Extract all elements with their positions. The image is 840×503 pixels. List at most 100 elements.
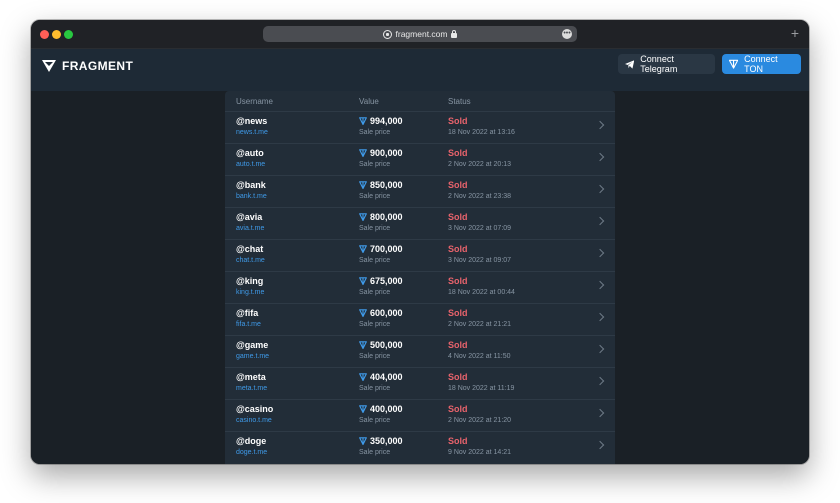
telegram-icon: [625, 59, 635, 69]
minimize-window-button[interactable]: [52, 30, 61, 39]
value: 400,000: [359, 404, 403, 414]
chevron-right-icon: [595, 280, 605, 290]
value: 850,000: [359, 180, 403, 190]
connect-telegram-button[interactable]: Connect Telegram: [618, 54, 715, 74]
fragment-logo[interactable]: FRAGMENT: [42, 59, 133, 73]
address-bar-url: fragment.com: [395, 29, 448, 39]
chevron-right-icon: [595, 344, 605, 354]
table-row[interactable]: @fifa fifa.t.me 600,000 Sale price Sold …: [225, 303, 615, 335]
username: @chat: [236, 244, 264, 254]
chevron-right-icon: [595, 184, 605, 194]
ton-icon: [359, 373, 367, 381]
browser-titlebar: fragment.com ••• +: [31, 20, 809, 49]
username-sales-table: Username Value Status @news news.t.me 99…: [225, 91, 615, 464]
username: @bank: [236, 180, 266, 190]
logo-text: FRAGMENT: [62, 59, 134, 73]
username-link[interactable]: fifa.t.me: [236, 321, 261, 328]
username: @auto: [236, 148, 264, 158]
ton-icon: [359, 277, 367, 285]
username-link[interactable]: chat.t.me: [236, 257, 265, 264]
username-link[interactable]: meta.t.me: [236, 385, 267, 392]
column-header-value[interactable]: Value: [359, 97, 379, 106]
value-amount: 350,000: [370, 436, 403, 446]
site-header: FRAGMENT Connect Telegram Connect TON: [31, 49, 809, 91]
username-link[interactable]: news.t.me: [236, 129, 268, 136]
value: 675,000: [359, 276, 403, 286]
value: 700,000: [359, 244, 403, 254]
ton-icon: [359, 341, 367, 349]
table-row[interactable]: @meta meta.t.me 404,000 Sale price Sold …: [225, 367, 615, 399]
table-row[interactable]: @king king.t.me 675,000 Sale price Sold …: [225, 271, 615, 303]
chevron-right-icon: [595, 152, 605, 162]
browser-window: fragment.com ••• + FRAGMENT Connect Tele…: [31, 20, 809, 464]
status-badge: Sold: [448, 148, 468, 158]
table-row[interactable]: @game game.t.me 500,000 Sale price Sold …: [225, 335, 615, 367]
username: @news: [236, 116, 268, 126]
value: 500,000: [359, 340, 403, 350]
value-amount: 800,000: [370, 212, 403, 222]
value-caption: Sale price: [359, 289, 391, 296]
username-link[interactable]: casino.t.me: [236, 417, 272, 424]
value-amount: 400,000: [370, 404, 403, 414]
username: @doge: [236, 436, 267, 446]
connect-ton-label: Connect TON: [744, 54, 778, 74]
value-caption: Sale price: [359, 129, 391, 136]
table-row[interactable]: @news news.t.me 994,000 Sale price Sold …: [225, 111, 615, 143]
table-row[interactable]: @doge doge.t.me 350,000 Sale price Sold …: [225, 431, 615, 463]
connect-ton-button[interactable]: Connect TON: [722, 54, 801, 74]
ton-icon: [359, 405, 367, 413]
username: @avia: [236, 212, 263, 222]
value-caption: Sale price: [359, 193, 391, 200]
new-tab-button[interactable]: +: [791, 25, 799, 41]
table-body: @news news.t.me 994,000 Sale price Sold …: [225, 111, 615, 463]
ton-icon: [359, 309, 367, 317]
status-date: 18 Nov 2022 at 00:44: [448, 289, 515, 296]
status-date: 2 Nov 2022 at 21:20: [448, 417, 512, 424]
status-badge: Sold: [448, 244, 468, 254]
username-link[interactable]: auto.t.me: [236, 161, 265, 168]
chevron-right-icon: [595, 216, 605, 226]
username-link[interactable]: king.t.me: [236, 289, 264, 296]
value-caption: Sale price: [359, 225, 391, 232]
table-row[interactable]: @bank bank.t.me 850,000 Sale price Sold …: [225, 175, 615, 207]
zoom-window-button[interactable]: [64, 30, 73, 39]
status-date: 18 Nov 2022 at 11:19: [448, 385, 515, 392]
status-badge: Sold: [448, 436, 468, 446]
status-badge: Sold: [448, 308, 468, 318]
table-row[interactable]: @avia avia.t.me 800,000 Sale price Sold …: [225, 207, 615, 239]
status-date: 4 Nov 2022 at 11:50: [448, 353, 511, 360]
chevron-right-icon: [595, 376, 605, 386]
value: 900,000: [359, 148, 403, 158]
username-link[interactable]: bank.t.me: [236, 193, 267, 200]
address-bar[interactable]: fragment.com •••: [263, 26, 577, 42]
value-amount: 850,000: [370, 180, 403, 190]
value-caption: Sale price: [359, 321, 391, 328]
status-date: 3 Nov 2022 at 07:09: [448, 225, 512, 232]
status-badge: Sold: [448, 212, 468, 222]
ton-icon: [359, 437, 367, 445]
chevron-right-icon: [595, 408, 605, 418]
table-row[interactable]: @chat chat.t.me 700,000 Sale price Sold …: [225, 239, 615, 271]
status-badge: Sold: [448, 180, 468, 190]
column-header-username[interactable]: Username: [236, 97, 273, 106]
ton-icon: [359, 245, 367, 253]
status-badge: Sold: [448, 276, 468, 286]
column-header-status[interactable]: Status: [448, 97, 471, 106]
more-options-icon[interactable]: •••: [562, 29, 572, 39]
table-row[interactable]: @auto auto.t.me 900,000 Sale price Sold …: [225, 143, 615, 175]
chevron-right-icon: [595, 440, 605, 450]
value: 994,000: [359, 116, 403, 126]
value-amount: 600,000: [370, 308, 403, 318]
close-window-button[interactable]: [40, 30, 49, 39]
username: @game: [236, 340, 269, 350]
username-link[interactable]: game.t.me: [236, 353, 269, 360]
username-link[interactable]: avia.t.me: [236, 225, 264, 232]
table-row[interactable]: @casino casino.t.me 400,000 Sale price S…: [225, 399, 615, 431]
value-amount: 500,000: [370, 340, 403, 350]
status-date: 2 Nov 2022 at 21:21: [448, 321, 512, 328]
connect-telegram-label: Connect Telegram: [640, 54, 678, 74]
status-badge: Sold: [448, 372, 468, 382]
value-caption: Sale price: [359, 353, 391, 360]
value-caption: Sale price: [359, 385, 391, 392]
username-link[interactable]: doge.t.me: [236, 449, 267, 456]
